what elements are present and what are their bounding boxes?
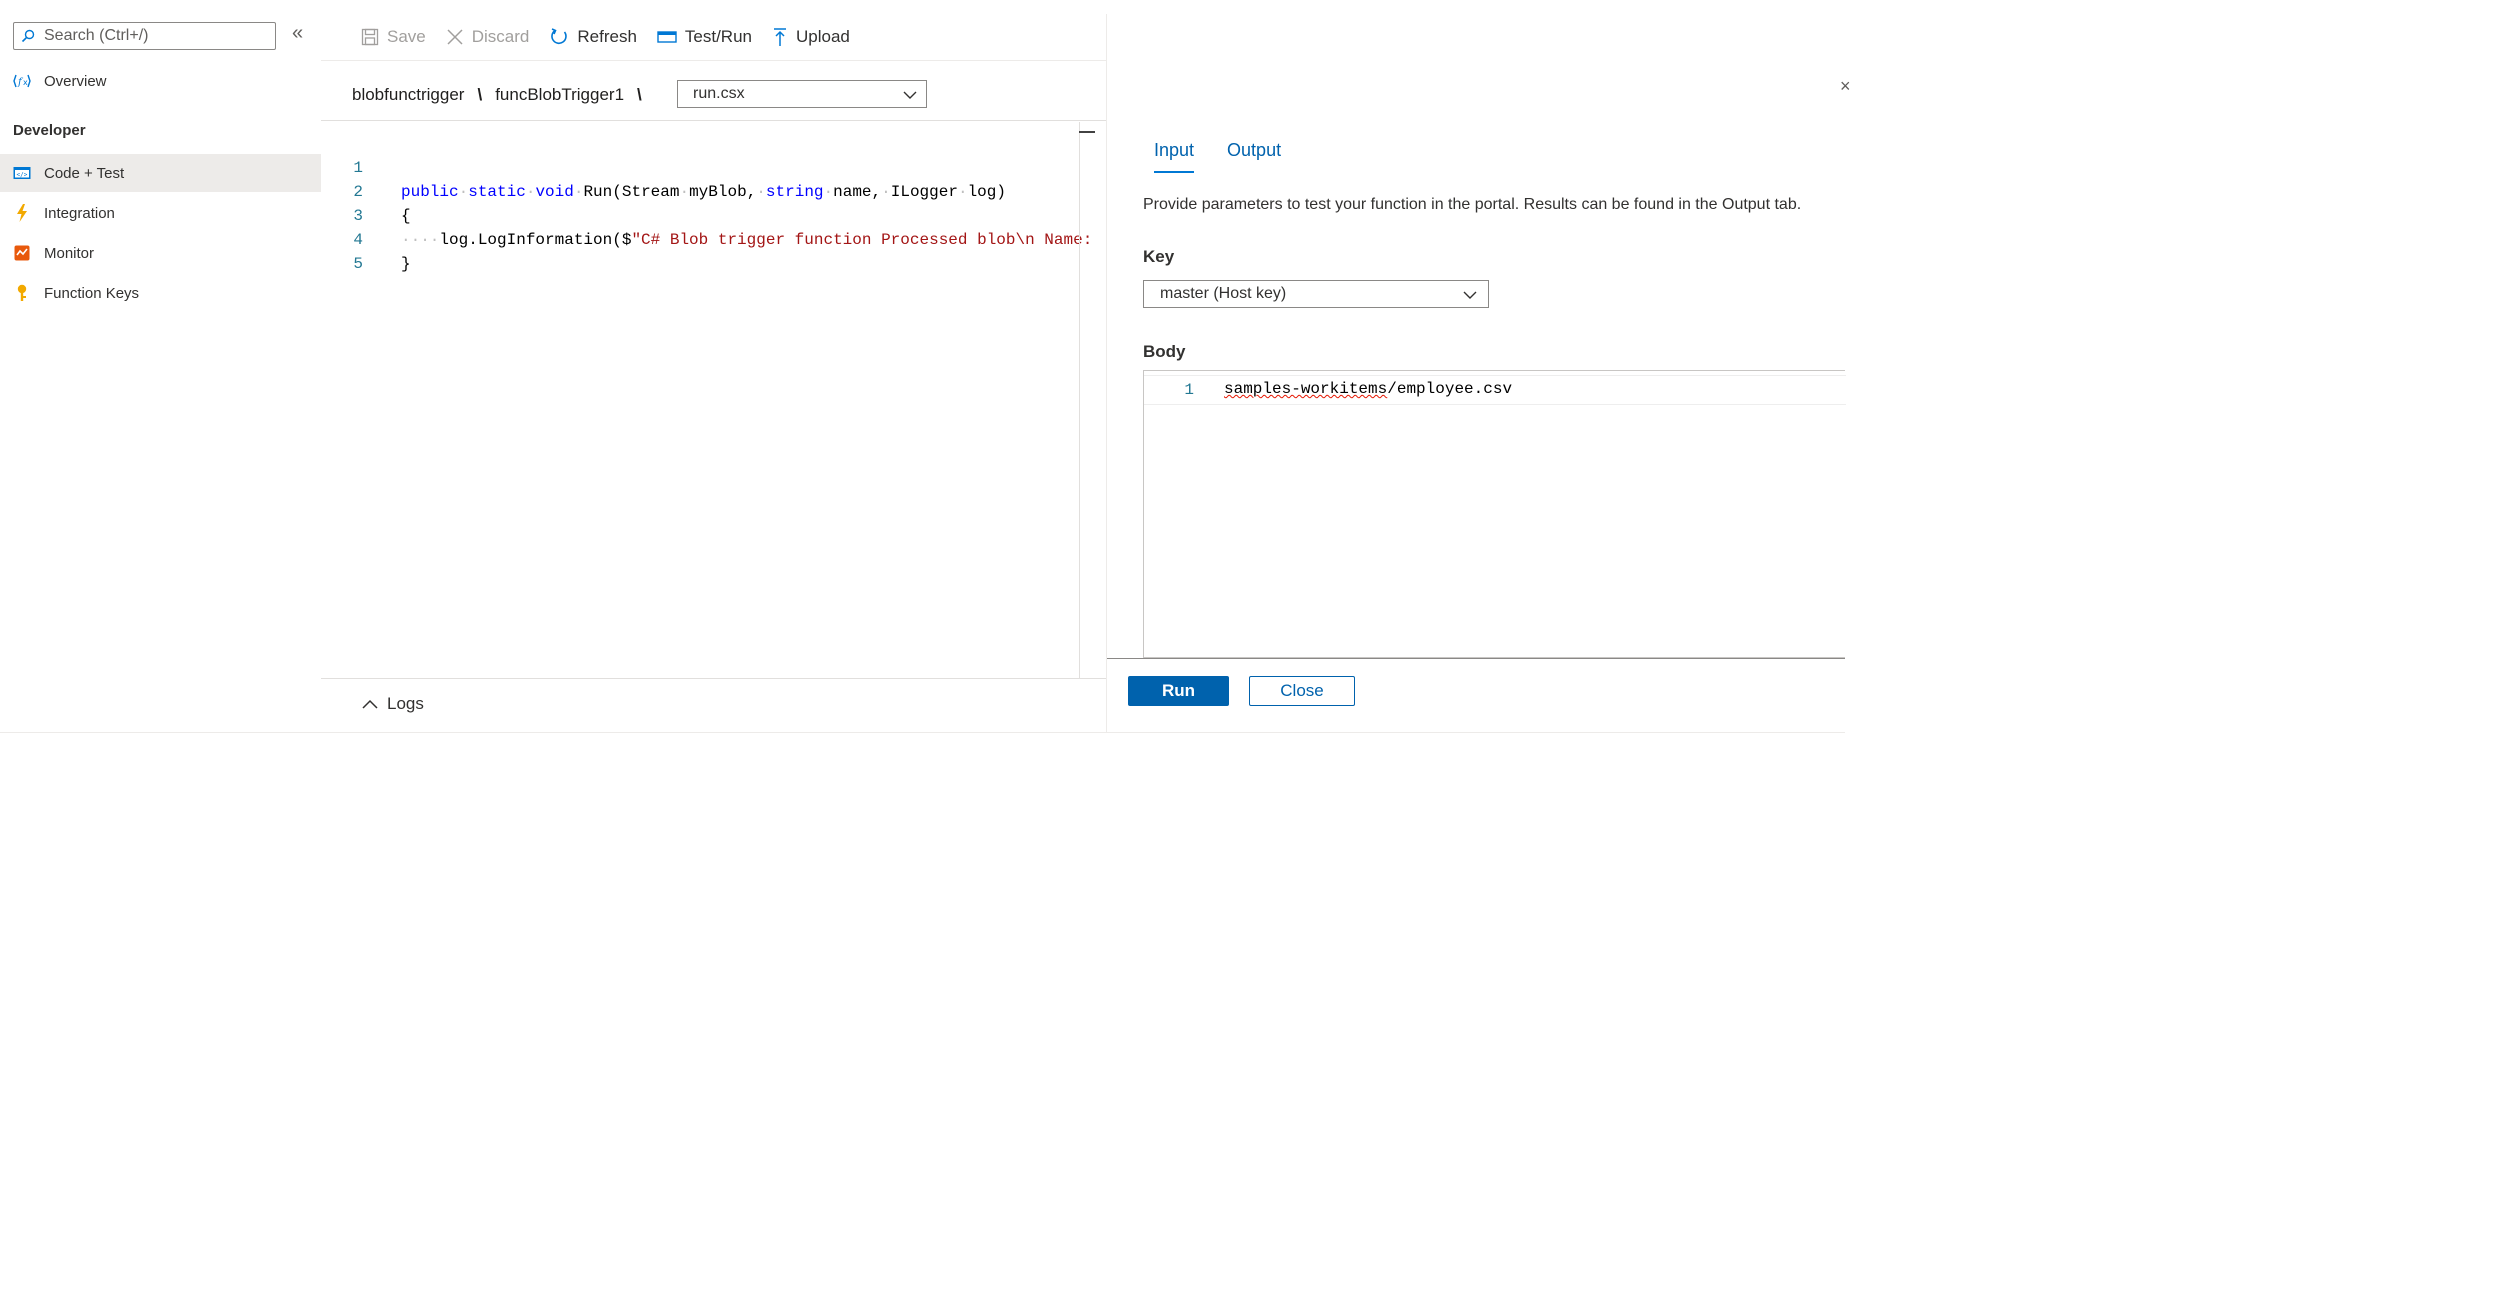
key-dropdown-value: master (Host key)	[1160, 285, 1287, 302]
command-bar: Save Discard Refresh Test/Run Upload	[321, 14, 1106, 60]
line-number: 1	[1184, 381, 1194, 399]
breadcrumb-app[interactable]: blobfunctrigger	[352, 85, 464, 105]
test-run-button[interactable]: Test/Run	[657, 27, 752, 47]
keyword: void	[535, 183, 574, 201]
key-label: Key	[1143, 247, 1175, 266]
identifier: myBlob,	[689, 183, 757, 201]
sidebar-item-monitor[interactable]: Monitor	[0, 234, 321, 272]
code-text: ····log.LogInformation($"C# Blob trigger…	[401, 231, 1093, 249]
body-editor[interactable]: 1 samples-workitems/employee.csv	[1143, 370, 1846, 658]
identifier: Run(Stream	[583, 183, 680, 201]
upload-icon	[774, 28, 786, 46]
sidebar-item-code-test[interactable]: </> Code + Test	[0, 154, 321, 192]
upload-label: Upload	[796, 27, 850, 46]
identifier: log.LogInformation($	[439, 231, 632, 249]
identifier: ILogger	[890, 183, 958, 201]
body-label: Body	[1143, 342, 1186, 361]
function-overview-icon: fx	[0, 73, 44, 89]
keyword: string	[765, 183, 824, 201]
close-panel-button[interactable]: ×	[1840, 76, 1851, 97]
function-app-window: « fx Overview Developer </> Code + Test …	[0, 0, 1851, 733]
body-text: samples-workitems/employee.csv	[1224, 380, 1512, 398]
body-text-rest: /employee.csv	[1387, 380, 1513, 398]
close-icon	[447, 29, 463, 45]
search-input[interactable]	[42, 26, 266, 46]
refresh-button[interactable]: Refresh	[549, 27, 637, 47]
sidebar-item-integration[interactable]: Integration	[0, 194, 321, 232]
file-selector-dropdown[interactable]: run.csx	[677, 80, 927, 108]
refresh-icon	[551, 28, 568, 45]
refresh-label: Refresh	[577, 27, 637, 46]
body-text-misspelled: samples-workitems	[1224, 380, 1388, 398]
save-icon	[361, 28, 379, 46]
chevron-down-icon	[1463, 291, 1477, 299]
test-run-panel: × Input Output Provide parameters to tes…	[1107, 0, 1851, 732]
lightning-icon	[0, 204, 44, 222]
panel-description: Provide parameters to test your function…	[1143, 196, 1802, 213]
sidebar-item-label: Overview	[44, 72, 107, 90]
code-text: {	[401, 207, 411, 225]
code-text: }	[401, 255, 411, 273]
sidebar-item-label: Integration	[44, 204, 115, 222]
code-icon: </>	[0, 166, 44, 180]
monitor-icon	[0, 245, 44, 261]
keyword: static	[468, 183, 526, 201]
code-editor-pane: Save Discard Refresh Test/Run Upload blo…	[321, 0, 1106, 732]
identifier: log)	[967, 183, 1006, 201]
logs-divider	[321, 678, 1106, 679]
code-line: 5	[321, 228, 398, 273]
code-line: 4 }	[321, 204, 410, 273]
code-line: 3 ····log.LogInformation($"C# Blob trigg…	[321, 180, 1092, 249]
chevron-down-icon	[903, 91, 917, 99]
search-box[interactable]	[13, 22, 276, 50]
keyword: public	[401, 183, 459, 201]
identifier: name,	[833, 183, 882, 201]
breadcrumb-separator: \	[477, 85, 483, 104]
string-literal: "C# Blob trigger function Processed blob…	[631, 231, 1093, 249]
editor-top-border	[321, 120, 1106, 121]
section-heading-developer: Developer	[13, 122, 86, 139]
sidebar: « fx Overview Developer </> Code + Test …	[0, 0, 321, 732]
sidebar-item-label: Code + Test	[44, 164, 125, 182]
upload-button[interactable]: Upload	[772, 27, 850, 47]
chevron-up-icon	[362, 699, 378, 709]
line-number: 5	[353, 255, 363, 273]
test-run-label: Test/Run	[684, 27, 752, 46]
code-line: 2 {	[321, 156, 410, 225]
svg-text:x: x	[23, 78, 28, 87]
collapse-sidebar-button[interactable]: «	[292, 22, 303, 45]
discard-label: Discard	[471, 27, 530, 46]
code-line: 1 public·static·void·Run(Stream·myBlob,·…	[321, 132, 1006, 201]
breadcrumb: blobfunctrigger \ funcBlobTrigger1 \	[352, 80, 655, 110]
sidebar-item-overview[interactable]: fx Overview	[0, 62, 321, 100]
logs-label: Logs	[387, 694, 424, 713]
sidebar-item-label: Function Keys	[44, 284, 140, 302]
bottom-border	[0, 732, 1845, 733]
code-editor[interactable]: 1 public·static·void·Run(Stream·myBlob,·…	[321, 128, 1096, 674]
sidebar-item-label: Monitor	[44, 244, 95, 262]
discard-button[interactable]: Discard	[446, 27, 530, 47]
save-button[interactable]: Save	[361, 27, 426, 47]
toolbar-divider	[321, 60, 1106, 61]
breadcrumb-separator: \	[637, 85, 642, 104]
save-label: Save	[387, 27, 426, 46]
run-button[interactable]: Run	[1128, 676, 1229, 706]
file-selector-value: run.csx	[693, 85, 745, 102]
minimap-indicator	[1079, 131, 1095, 133]
tab-input[interactable]: Input	[1154, 140, 1195, 173]
key-icon	[0, 284, 44, 302]
code-text: public·static·void·Run(Stream·myBlob,·st…	[401, 183, 1006, 201]
key-dropdown[interactable]: master (Host key)	[1143, 280, 1489, 308]
logs-toggle[interactable]: Logs	[361, 690, 424, 718]
tab-output[interactable]: Output	[1227, 140, 1281, 173]
test-run-icon	[657, 31, 677, 43]
tab-list: Input Output	[1154, 140, 1314, 173]
svg-text:</>: </>	[17, 172, 28, 179]
panel-footer-divider	[1107, 658, 1845, 659]
breadcrumb-function[interactable]: funcBlobTrigger1	[495, 85, 624, 105]
close-button[interactable]: Close	[1249, 676, 1355, 706]
sidebar-item-function-keys[interactable]: Function Keys	[0, 274, 321, 312]
search-icon	[14, 29, 42, 43]
editor-scrollbar[interactable]	[1079, 122, 1080, 678]
